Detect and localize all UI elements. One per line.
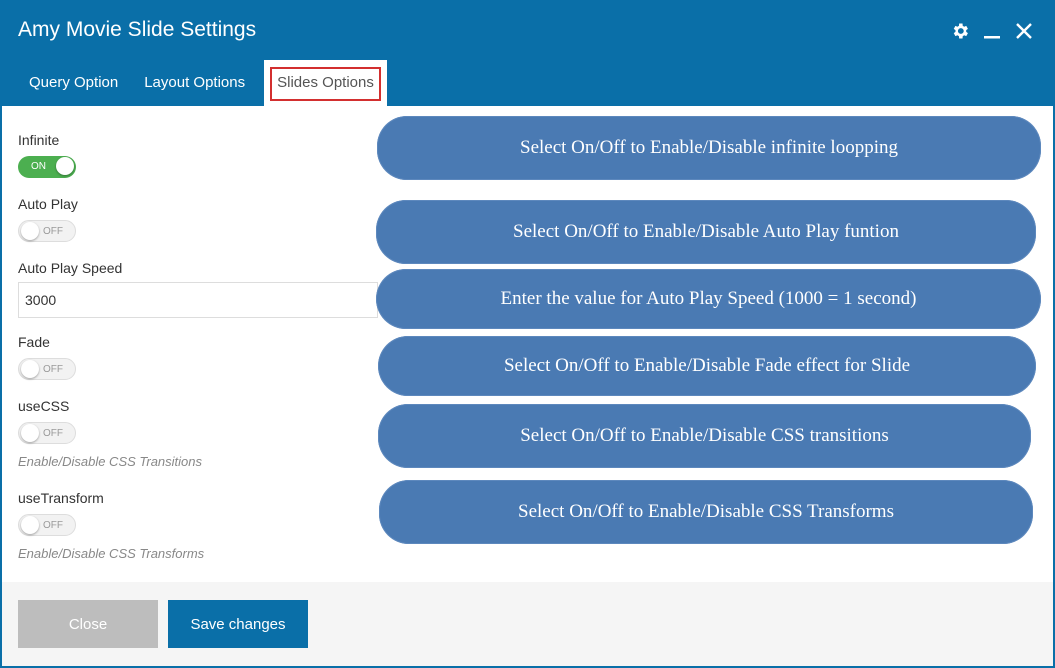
toggle-knob [21,360,39,378]
dialog-title: Amy Movie Slide Settings [18,18,257,41]
infinite-toggle-state: ON [31,161,46,172]
auto-play-speed-input[interactable] [18,282,378,318]
use-transform-toggle[interactable]: OFF [18,514,76,536]
use-css-label: useCSS [18,398,70,414]
use-transform-toggle-state: OFF [43,520,63,531]
toggle-knob [21,424,39,442]
infinite-toggle[interactable]: ON [18,156,76,178]
gear-icon[interactable] [949,20,971,42]
use-transform-help: Enable/Disable CSS Transforms [18,546,205,561]
toggle-knob [21,222,39,240]
auto-play-toggle[interactable]: OFF [18,220,76,242]
auto-play-label: Auto Play [18,196,78,212]
auto-play-speed-label: Auto Play Speed [18,260,123,276]
use-css-help: Enable/Disable CSS Transitions [18,454,203,469]
toggle-knob [21,516,39,534]
fade-toggle-state: OFF [43,364,63,375]
close-icon[interactable] [1013,20,1035,42]
annotation-infinite: Select On/Off to Enable/Disable infinite… [377,116,1041,180]
fade-toggle[interactable]: OFF [18,358,76,380]
minimize-icon[interactable] [981,20,1003,42]
close-button[interactable]: Close [18,600,158,648]
use-transform-label: useTransform [18,490,104,506]
tab-bar: Query Option Layout Options Slides Optio… [16,60,387,106]
annotation-fade: Select On/Off to Enable/Disable Fade eff… [378,336,1036,396]
annotation-use-transform: Select On/Off to Enable/Disable CSS Tran… [379,480,1033,544]
tab-slides-options-label: Slides Options [277,74,374,91]
window-controls [949,20,1035,42]
toggle-knob [56,157,74,175]
save-changes-button[interactable]: Save changes [168,600,308,648]
use-css-toggle-state: OFF [43,428,63,439]
fade-label: Fade [18,334,50,350]
tab-query-option[interactable]: Query Option [16,60,131,106]
annotation-use-css: Select On/Off to Enable/Disable CSS tran… [378,404,1031,468]
auto-play-toggle-state: OFF [43,226,63,237]
settings-dialog: Amy Movie Slide Settings Query Option La… [0,0,1055,668]
use-css-toggle[interactable]: OFF [18,422,76,444]
infinite-label: Infinite [18,132,60,148]
tab-slides-options[interactable]: Slides Options [264,60,387,106]
dialog-header: Amy Movie Slide Settings Query Option La… [2,2,1053,106]
annotation-auto-play-speed: Enter the value for Auto Play Speed (100… [376,269,1041,329]
tab-layout-options[interactable]: Layout Options [131,60,258,106]
annotation-auto-play: Select On/Off to Enable/Disable Auto Pla… [376,200,1036,264]
dialog-footer: Close Save changes [2,582,1053,666]
